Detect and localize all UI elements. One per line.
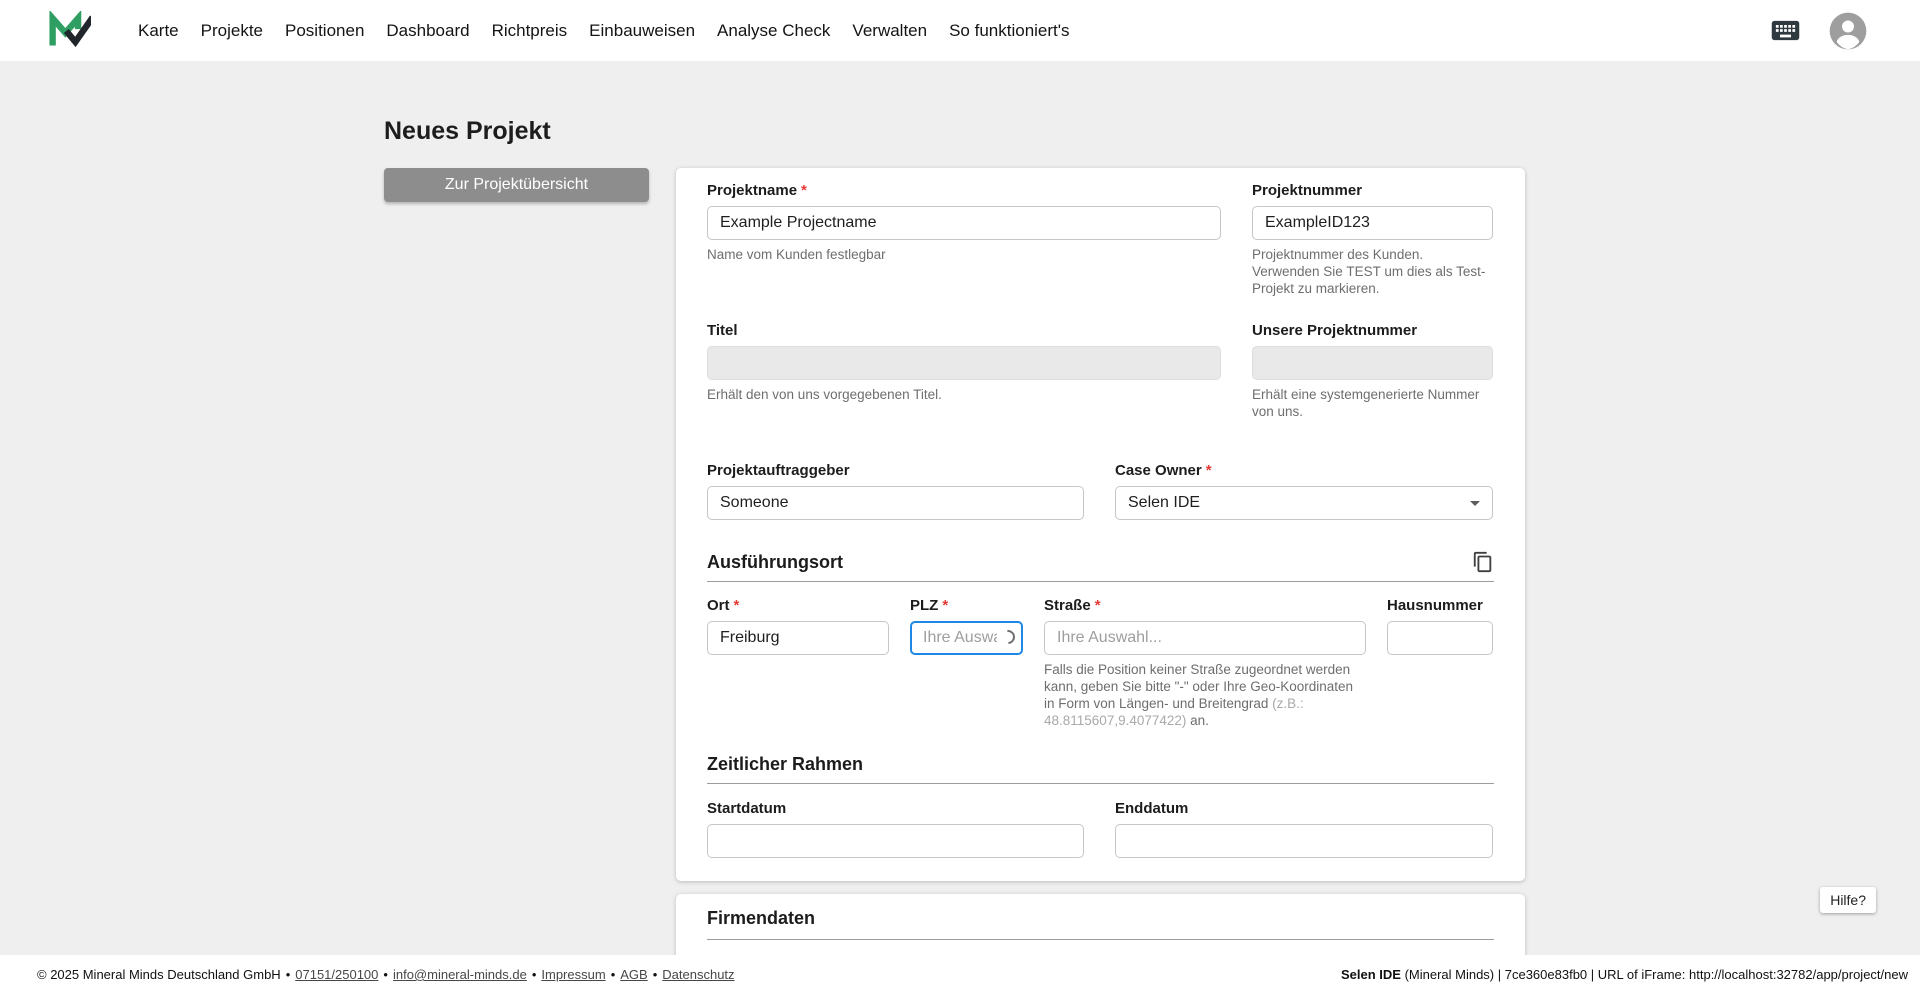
projektnummer-input[interactable] [1252, 206, 1493, 240]
firmendaten-card: Firmendaten [676, 894, 1525, 955]
footer-separator: • [285, 967, 291, 982]
main-navigation: Karte Projekte Positionen Dashboard Rich… [127, 11, 1081, 51]
session-user: Selen IDE [1340, 967, 1401, 982]
enddatum-input[interactable] [1115, 824, 1493, 858]
unsere-projektnummer-helper: Erhält eine systemgenerierte Nummer von … [1252, 387, 1480, 419]
unsere-projektnummer-input [1252, 346, 1493, 380]
strasse-input[interactable] [1044, 621, 1366, 655]
nav-item-verwalten[interactable]: Verwalten [841, 11, 938, 51]
projektname-helper: Name vom Kunden festlegbar [707, 247, 886, 262]
hausnummer-input[interactable] [1387, 621, 1493, 655]
footer-links: © 2025 Mineral Minds Deutschland GmbH • … [37, 967, 735, 982]
session-details: (Mineral Minds) | 7ce360e83fb0 | URL of … [1400, 967, 1908, 982]
strasse-helper: Falls die Position keiner Straße zugeord… [1044, 662, 1354, 728]
required-asterisk: * [1205, 462, 1212, 479]
plz-label: PLZ * [910, 597, 949, 614]
required-asterisk: * [942, 597, 949, 614]
navbar-actions [1769, 11, 1868, 51]
help-button[interactable]: Hilfe? [1820, 887, 1876, 913]
top-navbar: Karte Projekte Positionen Dashboard Rich… [0, 0, 1920, 61]
nav-item-einbauweisen[interactable]: Einbauweisen [578, 11, 706, 51]
nav-item-dashboard[interactable]: Dashboard [375, 11, 480, 51]
zeitlicher-rahmen-heading: Zeitlicher Rahmen [707, 754, 864, 774]
form-row-dates: Startdatum Enddatum [707, 800, 1494, 858]
session-info: Selen IDE (Mineral Minds) | 7ce360e83fb0… [1341, 967, 1908, 982]
user-avatar[interactable] [1828, 11, 1868, 51]
nav-item-analyse-check[interactable]: Analyse Check [706, 11, 841, 51]
strasse-label: Straße * [1044, 597, 1101, 614]
footer-separator: • [610, 967, 616, 982]
form-row-name-number: Projektname* Name vom Kunden festlegbar … [707, 182, 1494, 297]
section-ausfuehrungsort: Ausführungsort [707, 551, 1494, 582]
projektname-input[interactable] [707, 206, 1221, 240]
titel-input [707, 346, 1221, 380]
required-asterisk: * [1094, 597, 1101, 614]
ort-label: Ort * [707, 597, 740, 614]
impressum-link[interactable]: Impressum [541, 967, 605, 982]
main-content: Neues Projekt Zur Projektübersicht Proje… [0, 61, 1920, 955]
projektnummer-label: Projektnummer [1252, 182, 1363, 199]
form-row-address: Ort* PLZ* Straße* Falls die Position kei… [707, 597, 1494, 729]
section-firmendaten: Firmendaten [707, 908, 1494, 940]
hausnummer-label: Hausnummer [1387, 597, 1483, 614]
projektnummer-helper: Projektnummer des Kunden. Verwenden Sie … [1252, 247, 1486, 296]
projektauftraggeber-label: Projektauftraggeber [707, 462, 850, 479]
copy-icon[interactable] [1472, 551, 1494, 573]
enddatum-label: Enddatum [1115, 800, 1189, 817]
nav-item-karte[interactable]: Karte [127, 11, 190, 51]
form-row-auftraggeber-owner: Projektauftraggeber Case Owner* Selen ID… [707, 462, 1494, 520]
required-asterisk: * [733, 597, 740, 614]
form-row-titel: Titel Erhält den von uns vorgegebenen Ti… [707, 322, 1494, 420]
back-to-projects-button[interactable]: Zur Projektübersicht [384, 168, 649, 202]
logo-icon [49, 10, 91, 47]
chevron-down-icon [1470, 500, 1480, 506]
footer: © 2025 Mineral Minds Deutschland GmbH • … [0, 955, 1920, 994]
nav-item-richtpreis[interactable]: Richtpreis [481, 11, 579, 51]
footer-separator: • [652, 967, 658, 982]
projektauftraggeber-input[interactable] [707, 486, 1084, 520]
titel-label: Titel [707, 322, 738, 339]
projektname-label: Projektname * [707, 182, 807, 199]
email-link[interactable]: info@mineral-minds.de [393, 967, 527, 982]
section-zeitlicher-rahmen: Zeitlicher Rahmen [707, 754, 1494, 784]
datenschutz-link[interactable]: Datenschutz [662, 967, 734, 982]
footer-separator: • [531, 967, 537, 982]
unsere-projektnummer-label: Unsere Projektnummer [1252, 322, 1418, 339]
nav-item-so-funktionierts[interactable]: So funktioniert's [938, 11, 1080, 51]
ausfuehrungsort-heading: Ausführungsort [707, 551, 843, 572]
startdatum-input[interactable] [707, 824, 1084, 858]
required-asterisk: * [801, 182, 807, 199]
project-form-card: Projektname* Name vom Kunden festlegbar … [676, 168, 1525, 881]
nav-item-projekte[interactable]: Projekte [190, 11, 274, 51]
phone-link[interactable]: 07151/250100 [295, 967, 378, 982]
case-owner-value: Selen IDE [1128, 494, 1201, 511]
footer-separator: • [383, 967, 388, 982]
copyright-text: © 2025 Mineral Minds Deutschland GmbH [37, 967, 281, 982]
nav-item-positionen[interactable]: Positionen [274, 11, 375, 51]
agb-link[interactable]: AGB [620, 967, 647, 982]
titel-helper: Erhält den von uns vorgegebenen Titel. [707, 387, 942, 402]
keyboard-icon[interactable] [1769, 14, 1802, 47]
startdatum-label: Startdatum [707, 800, 787, 817]
case-owner-select[interactable]: Selen IDE [1115, 486, 1493, 520]
case-owner-label: Case Owner * [1115, 462, 1212, 479]
firmendaten-heading: Firmendaten [707, 908, 816, 928]
mineral-minds-logo[interactable] [47, 10, 91, 51]
page-title: Neues Projekt [384, 117, 551, 145]
ort-input[interactable] [707, 621, 889, 655]
